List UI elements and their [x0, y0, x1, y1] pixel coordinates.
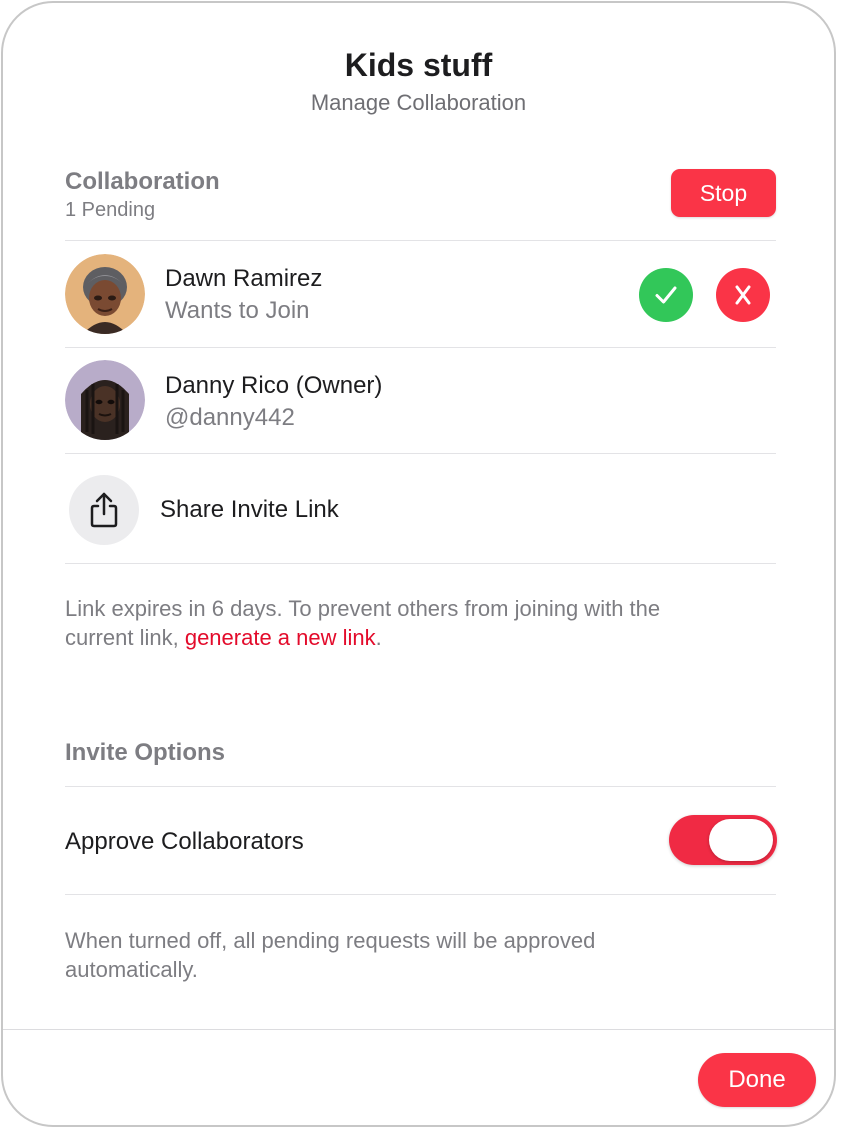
person-name: Dawn Ramirez: [165, 265, 323, 292]
memoji-avatar-icon: [65, 254, 145, 334]
approve-note: When turned off, all pending requests wi…: [65, 926, 777, 984]
done-button[interactable]: Done: [698, 1053, 816, 1107]
approve-note-line-2: automatically.: [65, 957, 198, 982]
dialog-title: Kids stuff: [344, 47, 493, 83]
link-note-suffix: .: [375, 625, 382, 650]
person-status: Wants to Join: [165, 297, 310, 324]
stop-button[interactable]: Stop: [671, 169, 776, 217]
pending-count: 1 Pending: [65, 199, 156, 221]
avatar-dawn-ramirez: [65, 254, 145, 334]
dialog-subtitle: Manage Collaboration: [310, 90, 527, 115]
footer-divider: [3, 1029, 834, 1030]
share-invite-link-label[interactable]: Share Invite Link: [160, 496, 339, 524]
divider: [65, 894, 776, 895]
divider: [65, 347, 776, 348]
approve-collaborators-label: Approve Collaborators: [65, 828, 304, 855]
person-name: Danny Rico (Owner): [165, 372, 383, 399]
memoji-avatar-icon: [65, 360, 145, 440]
avatar-danny-rico: [65, 360, 145, 440]
generate-new-link[interactable]: generate a new link: [185, 625, 376, 650]
link-note-line-2: current link, generate a new link.: [65, 623, 777, 652]
share-invite-link-button[interactable]: [69, 475, 139, 545]
link-expiry-note: Link expires in 6 days. To prevent other…: [65, 594, 777, 652]
x-icon: [735, 285, 751, 305]
approve-note-line-1: When turned off, all pending requests wi…: [65, 928, 596, 953]
person-handle: @danny442: [165, 404, 295, 431]
collaboration-heading: Collaboration: [65, 168, 220, 195]
divider: [65, 453, 776, 454]
manage-collaboration-dialog: Kids stuff Manage Collaboration Collabor…: [1, 1, 836, 1127]
link-note-prefix: current link,: [65, 625, 185, 650]
link-note-line-1: Link expires in 6 days. To prevent other…: [65, 596, 661, 621]
accept-request-button[interactable]: [639, 268, 693, 322]
approve-collaborators-toggle[interactable]: [669, 815, 777, 865]
toggle-knob: [709, 819, 773, 861]
divider: [65, 563, 776, 564]
invite-options-heading: Invite Options: [65, 739, 226, 766]
checkmark-icon: [655, 286, 677, 304]
divider: [65, 240, 776, 241]
divider: [65, 786, 776, 787]
decline-request-button[interactable]: [716, 268, 770, 322]
share-icon: [90, 492, 118, 528]
